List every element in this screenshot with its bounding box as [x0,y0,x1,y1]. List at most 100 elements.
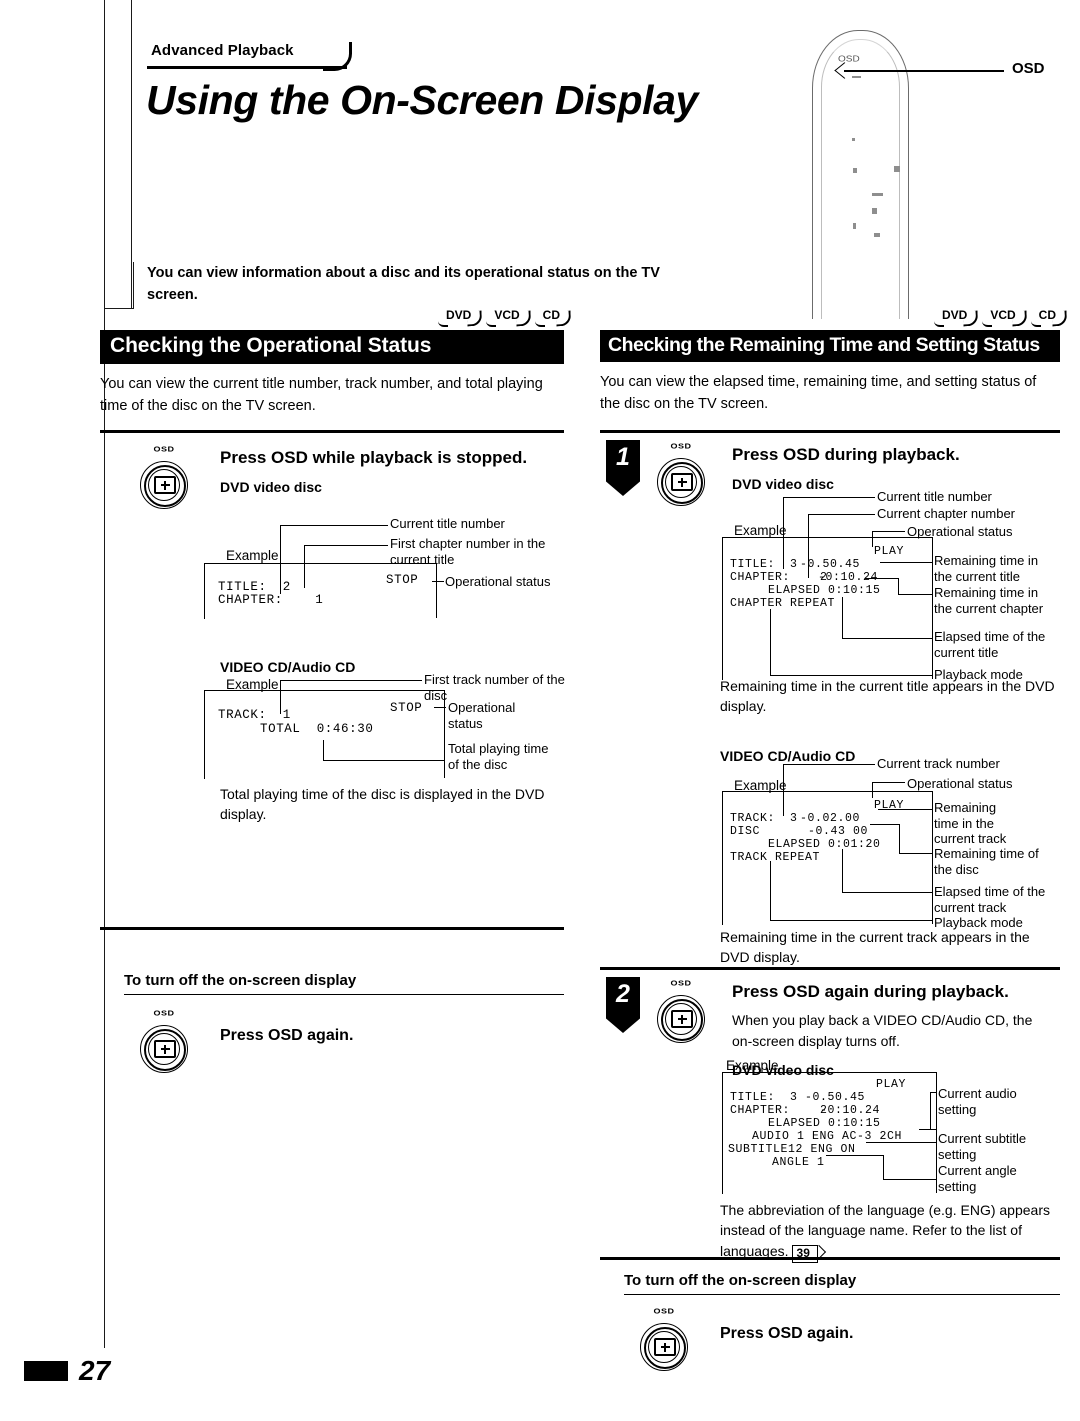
section-description: You can view the current title number, t… [100,376,543,414]
osd-line-repeat: TRACK REPEAT [730,851,821,864]
osd-line-track: TRACK: 1 [218,708,291,722]
osd-line-status: PLAY [874,545,905,558]
osd-line-angle: ANGLE 1 [772,1156,825,1169]
leader-line [783,764,875,766]
section-title: Checking the Operational Status [100,330,564,365]
osd-screen-frame-right [932,537,933,679]
callout-remaining-disc: Remaining time of the disc [934,846,1039,877]
callout-current-angle: Current angle setting [938,1163,1017,1194]
remote-control-illustration: OSD OSD [790,18,1060,319]
diagram-dvd-stopped: Example Current title number First chapt… [200,508,564,619]
chapter-tab: Advanced Playback [147,42,352,71]
callout-elapsed-track: Elapsed time of the current track [934,884,1046,915]
osd-button-icon[interactable]: OSD [653,442,709,508]
callout-current-chapter-number: Current chapter number [877,506,1016,521]
turn-off-heading: To turn off the on-screen display [624,1272,857,1289]
osd-line-elapsed: ELAPSED 0:01:20 [768,838,881,851]
osd-button-icon[interactable]: OSD [636,1307,692,1373]
step-divider-bottom [100,927,564,930]
page-title: Using the On-Screen Display [146,77,698,123]
osd-button-icon[interactable]: OSD [136,445,192,511]
remote-detail-3 [853,168,857,173]
osd-button-icon[interactable]: OSD [136,1009,192,1075]
osd-line-track-time: -0.02.00 [800,812,861,825]
turn-off-section: To turn off the on-screen display OSD Pr… [624,1272,1060,1372]
osd-line-chapter: CHAPTER: 2 [730,1104,828,1117]
step-number: 1 [616,443,630,471]
osd-line-status: PLAY [874,799,905,812]
remote-detail-6 [872,208,877,214]
remote-detail-8 [853,223,856,229]
osd-button-label: OSD [153,1009,175,1018]
step-number: 2 [616,980,630,1008]
osd-line-chapter: CHAPTER: 1 [218,593,324,607]
leader-line [783,497,875,499]
leader-line [304,545,388,547]
step-title: Press OSD again during playback. [732,982,1009,1001]
diagram-step2-dvd: Example Current audio setting Current su… [720,1058,1060,1194]
section-remaining-time: DVD VCD CD Checking the Remaining Time a… [600,309,1068,415]
osd-button-icon[interactable]: OSD [653,979,709,1045]
page-number: 27 [79,1355,111,1386]
badge-swash-icon [1011,310,1028,327]
osd-button-label: OSD [653,1307,675,1316]
page-footer: 27 [24,1355,110,1387]
callout-current-title-number: Current title number [877,489,992,504]
margin-rule-outer [104,0,105,1348]
remote-detail-5 [872,193,883,196]
callout-remaining-title: Remaining time in the current title [934,553,1039,584]
remote-osd-button-mark: OSD [838,55,860,64]
osd-screen-frame-right [936,1072,937,1193]
osd-line-title: TITLE: 3 [730,1091,798,1104]
step2-note: The abbreviation of the language (e.g. E… [720,1200,1060,1263]
callout-line [844,70,1004,72]
diagram-step1-dvd: Example Current title number Current cha… [720,487,1060,682]
disc-type-badges: DVD VCD CD [437,309,572,327]
chapter-tab-underline [147,66,347,69]
screen-plus-icon [671,473,693,491]
osd-line-status: STOP [390,701,423,715]
turn-off-instruction: Press OSD again. [720,1325,854,1343]
callout-current-audio: Current audio setting [938,1086,1017,1117]
chapter-tab-label: Advanced Playback [151,42,294,59]
leader-line [872,782,905,784]
diagram-step1-cd: Example Current track number Operational… [720,756,1060,930]
osd-line-status: PLAY [876,1078,907,1091]
badge-swash-icon [515,310,532,327]
margin-hint-box [104,262,134,309]
osd-line-status: STOP [386,573,419,587]
osd-line-chapter-time: -0:10.24 [820,1104,881,1117]
callout-first-track-number: First track number of the disc [424,672,565,703]
leader-line [808,514,875,516]
step-title: Press OSD while playback is stopped. [220,448,528,467]
leader-line [280,680,422,682]
osd-callout: OSD [834,60,1045,79]
osd-line-subtitle: SUBTITLE12 ENG ON [728,1143,856,1156]
badge-vcd: VCD [486,309,532,327]
screen-plus-icon [154,1040,176,1059]
badge-cd: CD [534,309,572,327]
turn-off-divider [600,1257,1060,1260]
osd-screen-frame-right [436,563,437,618]
remote-detail-7 [874,233,880,237]
badge-vcd: VCD [982,309,1028,327]
turn-off-instruction: Press OSD again. [220,1027,354,1045]
osd-line-repeat: CHAPTER REPEAT [730,597,836,610]
step2-note-text: The abbreviation of the language (e.g. E… [720,1202,1050,1259]
osd-line-audio: AUDIO 1 ENG AC-3 2CH [752,1130,903,1143]
osd-line-elapsed: ELAPSED 0:10:15 [768,1117,881,1130]
step-divider-top [100,430,564,433]
step-number-badge: 1 [606,440,640,496]
remote-detail-2 [852,138,855,141]
section-title: Checking the Remaining Time and Setting … [600,330,1060,363]
leader-line [280,525,388,527]
intro-paragraph: You can view information about a disc an… [147,265,660,303]
osd-line-disc-time: -0.43 00 [808,825,869,838]
osd-callout-label: OSD [1012,60,1045,77]
step-number-badge: 2 [606,977,640,1033]
section-operational-status: DVD VCD CD Checking the Operational Stat… [100,309,572,417]
leader-line [872,531,905,533]
step-title: Press OSD during playback. [732,445,960,464]
osd-screen-frame-right [444,690,445,778]
callout-operational-status: Operational status [907,776,1013,791]
